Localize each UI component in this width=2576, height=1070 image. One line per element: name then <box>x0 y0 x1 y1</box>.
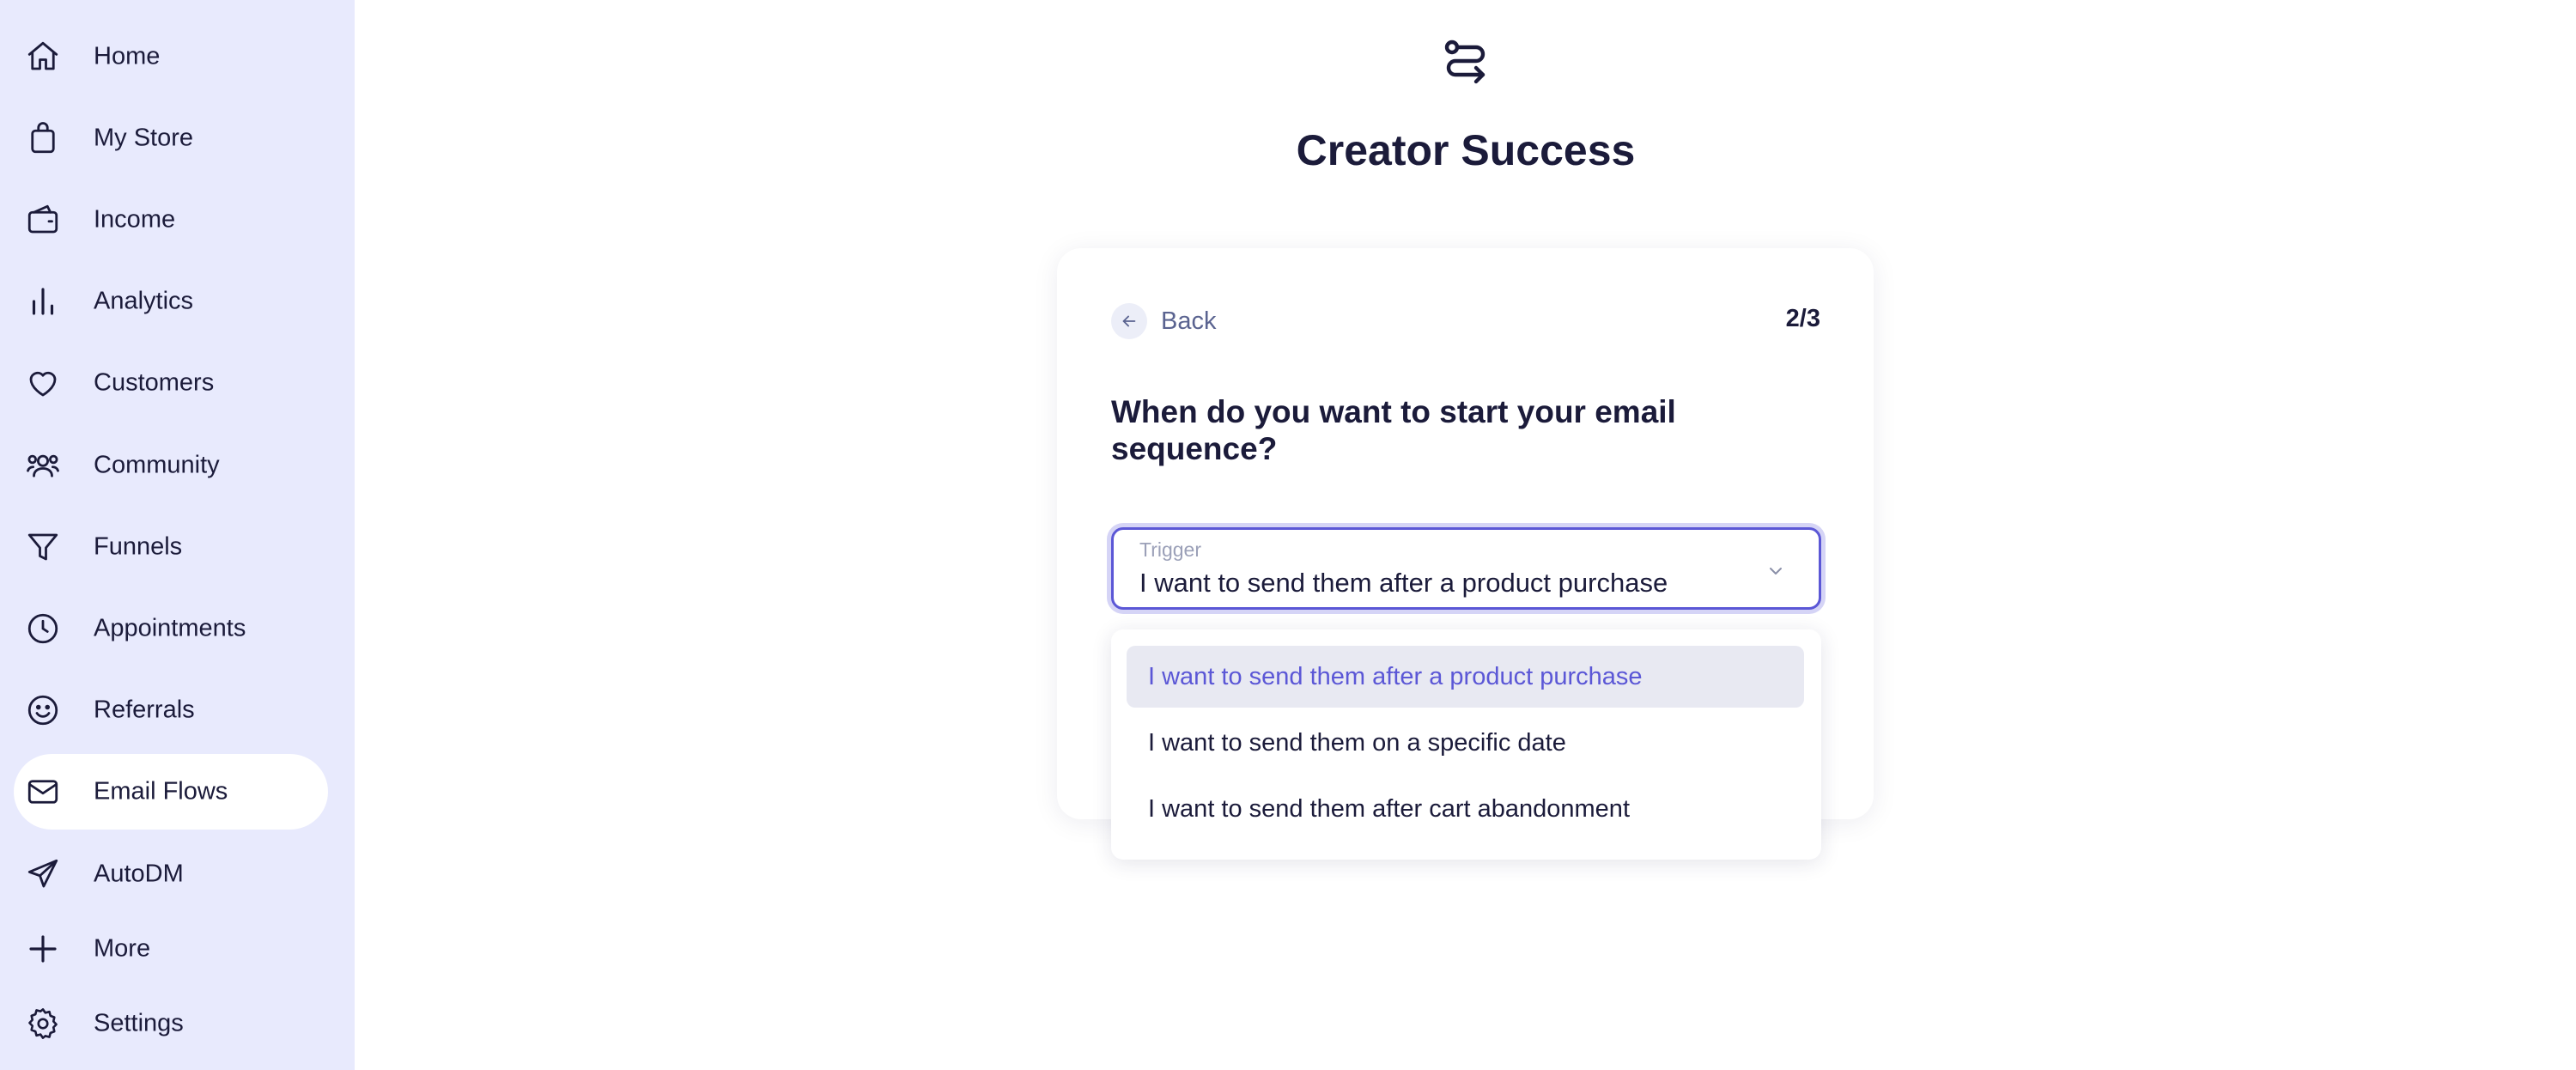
sidebar-item-label: Home <box>94 42 161 70</box>
trigger-value: I want to send them after a product purc… <box>1139 568 1668 598</box>
trigger-dropdown: I want to send them after a product purc… <box>1111 629 1821 860</box>
sidebar-item-label: Appointments <box>94 614 246 642</box>
sidebar-item-appointments[interactable]: Appointments <box>14 591 328 666</box>
send-icon <box>25 856 61 892</box>
sidebar-item-label: Email Flows <box>94 777 228 806</box>
sidebar-item-more[interactable]: More <box>14 911 328 987</box>
sidebar-item-label: More <box>94 934 151 963</box>
sidebar-item-income[interactable]: Income <box>14 182 328 258</box>
sidebar-item-label: Community <box>94 451 220 479</box>
dropdown-option[interactable]: I want to send them after cart abandonme… <box>1127 778 1804 840</box>
sidebar-item-customers[interactable]: Customers <box>14 345 328 421</box>
sidebar-item-label: Funnels <box>94 532 183 561</box>
sidebar-item-label: Analytics <box>94 287 194 315</box>
dropdown-option[interactable]: I want to send them on a specific date <box>1127 712 1804 774</box>
chevron-down-icon <box>1765 561 1786 581</box>
sidebar: Home My Store Income Analytics Customers… <box>0 0 355 1070</box>
heart-icon <box>25 365 61 401</box>
smile-icon <box>25 692 61 728</box>
bar-chart-icon <box>25 283 61 319</box>
sidebar-item-label: AutoDM <box>94 860 184 888</box>
mail-icon <box>25 774 61 810</box>
sidebar-item-label: Customers <box>94 368 215 397</box>
wallet-icon <box>25 202 61 238</box>
sidebar-item-community[interactable]: Community <box>14 428 328 503</box>
back-label: Back <box>1161 307 1217 335</box>
sidebar-item-label: Income <box>94 205 176 234</box>
step-indicator: 2/3 <box>1785 305 1820 332</box>
sidebar-item-autodm[interactable]: AutoDM <box>14 836 328 912</box>
sidebar-item-email-flows[interactable]: Email Flows <box>14 754 328 830</box>
question-heading: When do you want to start your email seq… <box>1111 394 1676 466</box>
trigger-caption: Trigger <box>1139 538 1201 561</box>
plus-icon <box>25 931 61 967</box>
home-icon <box>25 39 61 75</box>
trigger-select[interactable]: Trigger I want to send them after a prod… <box>1111 527 1821 610</box>
dropdown-option[interactable]: I want to send them after a product purc… <box>1127 646 1804 708</box>
filter-icon <box>25 529 61 565</box>
gear-icon <box>25 1006 61 1042</box>
sidebar-item-label: Referrals <box>94 696 195 724</box>
sidebar-item-home[interactable]: Home <box>14 19 328 94</box>
sidebar-item-settings[interactable]: Settings <box>14 986 328 1061</box>
sidebar-item-funnels[interactable]: Funnels <box>14 509 328 585</box>
shopping-bag-icon <box>25 120 61 156</box>
users-icon <box>25 447 61 483</box>
arrow-left-icon <box>1111 303 1147 339</box>
page-title: Creator Success <box>1296 126 1636 174</box>
sidebar-item-label: Settings <box>94 1009 184 1037</box>
sidebar-item-analytics[interactable]: Analytics <box>14 264 328 339</box>
clock-icon <box>25 611 61 647</box>
route-icon <box>1442 37 1490 85</box>
sidebar-item-my-store[interactable]: My Store <box>14 100 328 176</box>
sidebar-item-referrals[interactable]: Referrals <box>14 672 328 748</box>
sidebar-item-label: My Store <box>94 124 194 152</box>
back-button[interactable]: Back <box>1111 303 1216 339</box>
